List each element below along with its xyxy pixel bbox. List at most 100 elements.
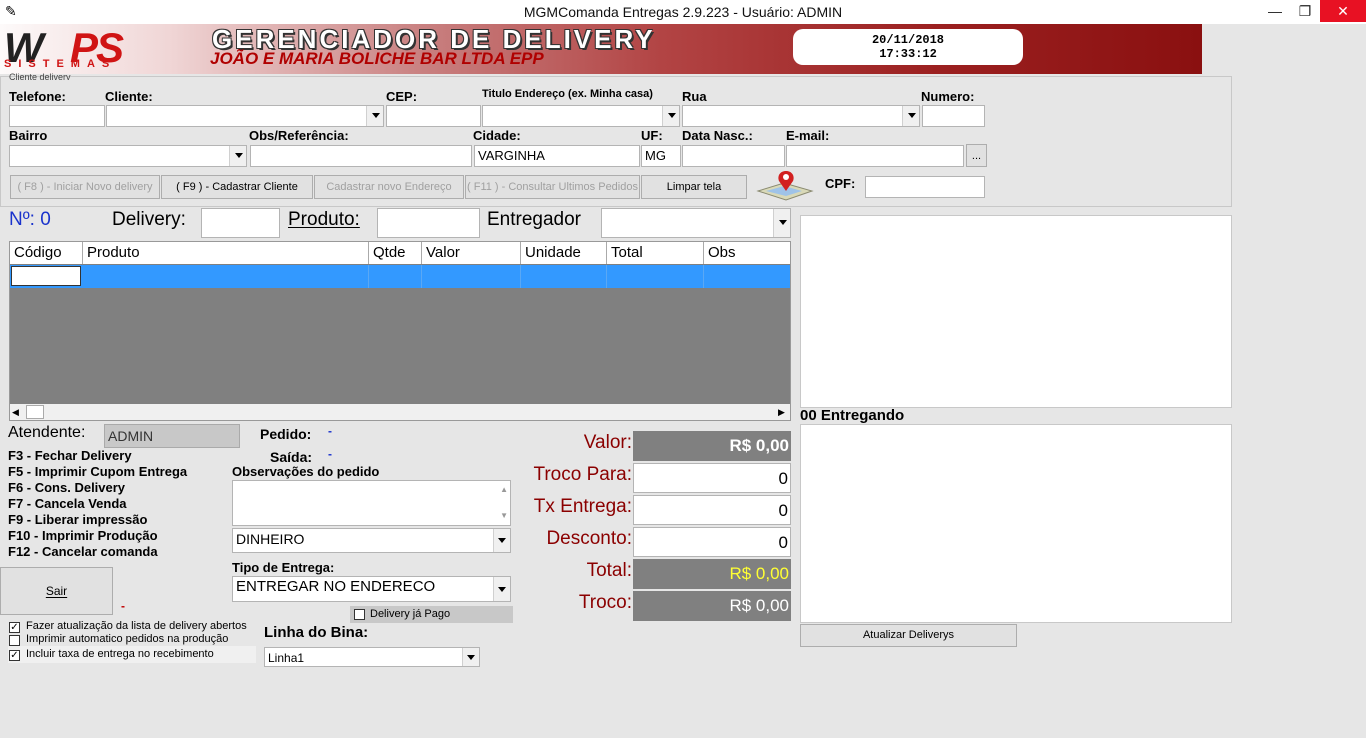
produto-input[interactable]: [377, 208, 480, 238]
checkbox-atualizar[interactable]: ✓: [9, 622, 20, 633]
atualizar-deliverys-button[interactable]: Atualizar Deliverys: [800, 624, 1017, 647]
numero-label: Numero:: [921, 89, 975, 104]
products-grid[interactable]: Código Produto Qtde Valor Unidade Total …: [9, 241, 791, 421]
cpf-input[interactable]: [865, 176, 985, 198]
total-label: Total:: [586, 560, 632, 581]
delivery-input[interactable]: [201, 208, 280, 238]
troco-para-input[interactable]: 0: [633, 463, 791, 493]
email-browse-button[interactable]: ...: [966, 144, 987, 167]
troco-label: Troco:: [578, 592, 632, 613]
shortcut-item: F6 - Cons. Delivery: [8, 480, 126, 495]
col-obs[interactable]: Obs: [704, 242, 790, 264]
obs-referencia-input[interactable]: [250, 145, 472, 167]
scroll-right-icon[interactable]: ▶: [778, 407, 785, 418]
saida-label: Saída:: [270, 449, 313, 465]
limpar-tela-button[interactable]: Limpar tela: [641, 175, 747, 199]
company-name: JOÃO E MARIA BOLICHE BAR LTDA EPP: [210, 49, 544, 68]
table-row[interactable]: [10, 265, 790, 288]
data-nasc-input[interactable]: [682, 145, 785, 167]
grid-edit-cell[interactable]: [11, 266, 81, 286]
tx-entrega-input[interactable]: 0: [633, 495, 791, 525]
checkbox-imprimir-label: Imprimir automatico pedidos na produção: [26, 633, 229, 645]
titulo-endereco-combo[interactable]: [482, 105, 680, 127]
shortcut-item: F12 - Cancelar comanda: [8, 544, 158, 559]
cliente-combo[interactable]: [106, 105, 384, 127]
minimize-icon[interactable]: —: [1260, 0, 1290, 22]
valor-value: R$ 0,00: [633, 431, 791, 461]
chevron-down-icon: [372, 113, 380, 118]
numero-input[interactable]: [922, 105, 985, 127]
chevron-down-icon: [498, 538, 506, 543]
window-title: MGMComanda Entregas 2.9.223 - Usuário: A…: [523, 4, 843, 20]
sair-indicator: -: [121, 599, 125, 613]
pagamento-combo[interactable]: DINHEIRO: [232, 528, 511, 553]
col-codigo[interactable]: Código: [10, 242, 83, 264]
uf-label: UF:: [641, 128, 663, 143]
shortcut-item: F3 - Fechar Delivery: [8, 448, 132, 463]
cep-input[interactable]: [386, 105, 481, 127]
clock-date: 20/11/2018: [871, 33, 944, 47]
cidade-label: Cidade:: [473, 128, 521, 143]
data-nasc-label: Data Nasc.:: [682, 128, 753, 143]
desconto-input[interactable]: 0: [633, 527, 791, 557]
novo-delivery-button[interactable]: ( F8 ) - Iniciar Novo delivery: [10, 175, 160, 199]
consultar-pedidos-button[interactable]: ( F11 ) - Consultar Ultimos Pedidos: [465, 175, 640, 199]
order-number: Nº: 0: [9, 209, 51, 230]
shortcut-item: F7 - Cancela Venda: [8, 496, 127, 511]
rua-combo[interactable]: [682, 105, 920, 127]
cidade-input[interactable]: VARGINHA: [474, 145, 640, 167]
entregador-combo[interactable]: [601, 208, 791, 238]
col-qtde[interactable]: Qtde: [369, 242, 422, 264]
tx-entrega-label: Tx Entrega:: [533, 496, 632, 517]
checkbox-taxa[interactable]: ✓: [9, 650, 20, 661]
tipo-entrega-combo[interactable]: ENTREGAR NO ENDERECO: [232, 576, 511, 602]
desconto-label: Desconto:: [546, 528, 632, 549]
col-unidade[interactable]: Unidade: [521, 242, 607, 264]
scroll-thumb[interactable]: [26, 405, 44, 419]
cpf-label: CPF:: [825, 176, 856, 191]
produto-label: Produto:: [288, 209, 360, 230]
novo-endereco-button[interactable]: Cadastrar novo Endereço: [314, 175, 464, 199]
obs-pedido-textarea[interactable]: ▲ ▼: [232, 480, 511, 526]
valor-label: Valor:: [583, 432, 632, 453]
cadastrar-cliente-button[interactable]: ( F9 ) - Cadastrar Cliente: [161, 175, 313, 199]
chevron-down-icon: [908, 113, 916, 118]
options-group: ✓ Fazer atualização da lista de delivery…: [8, 620, 256, 664]
delivery-list-panel[interactable]: [800, 215, 1232, 408]
tipo-entrega-label: Tipo de Entrega:: [232, 560, 335, 575]
checkbox-taxa-label: Incluir taxa de entrega no recebimento: [26, 648, 214, 660]
checkbox-atualizar-label: Fazer atualização da lista de delivery a…: [26, 620, 247, 632]
bairro-combo[interactable]: [9, 145, 247, 167]
close-icon[interactable]: ✕: [1320, 0, 1366, 22]
col-produto[interactable]: Produto: [83, 242, 369, 264]
obs-pedido-label: Observações do pedido: [232, 464, 380, 479]
horizontal-scrollbar[interactable]: ◀ ▶: [10, 404, 790, 420]
header-banner: W PS SISTEMAS GERENCIADOR DE DELIVERY JO…: [0, 24, 1202, 74]
col-valor[interactable]: Valor: [422, 242, 521, 264]
restore-icon[interactable]: ❐: [1290, 0, 1320, 22]
logo-subtitle: SISTEMAS: [4, 58, 117, 70]
chevron-down-icon: [668, 113, 676, 118]
linha-bina-combo[interactable]: Linha1: [264, 647, 480, 667]
troco-para-label: Troco Para:: [533, 464, 632, 485]
entregando-list-panel[interactable]: [800, 424, 1232, 623]
sair-button[interactable]: Sair: [0, 567, 113, 615]
map-pin-icon[interactable]: [754, 169, 816, 201]
email-input[interactable]: [786, 145, 964, 167]
delivery-pago-label: Delivery já Pago: [370, 608, 451, 620]
col-total[interactable]: Total: [607, 242, 704, 264]
clock-display: 20/11/2018 17:33:12: [793, 29, 1023, 65]
telefone-input[interactable]: [9, 105, 105, 127]
total-value: R$ 0,00: [633, 559, 791, 589]
clock-time: 17:33:12: [879, 47, 937, 61]
client-group-title: Cliente delivery: [9, 72, 71, 80]
troco-value: R$ 0,00: [633, 591, 791, 621]
titulo-endereco-label: Titulo Endereço (ex. Minha casa): [482, 88, 653, 100]
checkbox-delivery-pago[interactable]: [354, 609, 365, 620]
uf-input[interactable]: MG: [641, 145, 681, 167]
checkbox-imprimir[interactable]: [9, 635, 20, 646]
client-panel: Cliente delivery Telefone: Cliente: CEP:…: [0, 72, 1232, 207]
scroll-left-icon[interactable]: ◀: [12, 407, 19, 418]
title-bar: ✎ MGMComanda Entregas 2.9.223 - Usuário:…: [0, 0, 1366, 24]
rua-label: Rua: [682, 89, 707, 104]
